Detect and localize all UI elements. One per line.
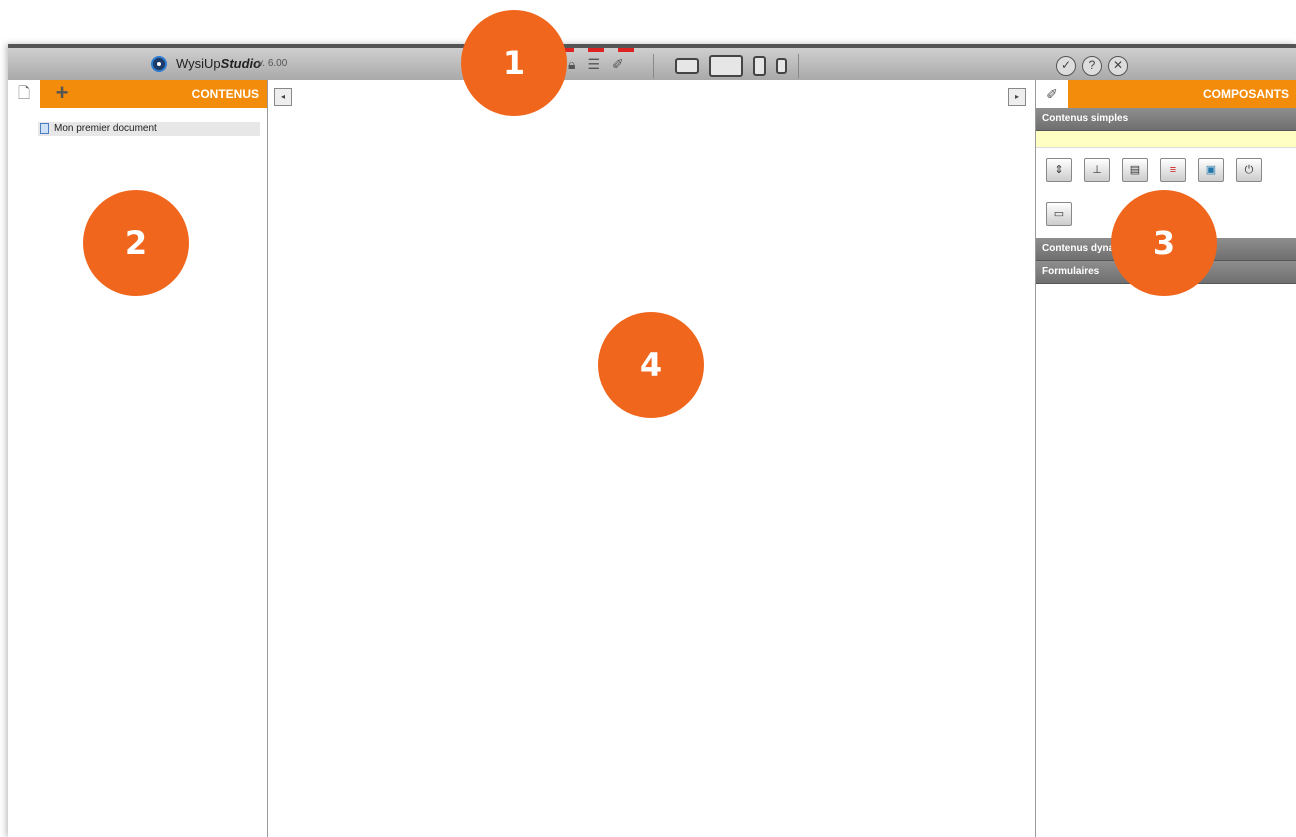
toolbar-red-marks [558,48,634,52]
contents-title: CONTENUS [191,87,259,101]
callout-1: 1 [461,10,567,116]
add-icon[interactable]: + [46,80,78,108]
text-image-component-icon[interactable]: ▤ [1122,158,1148,182]
image-component-icon[interactable]: ▣ [1198,158,1224,182]
logo-eye-icon [151,56,167,72]
toolbar-separator [653,54,654,78]
desktop-icon[interactable] [675,58,699,74]
help-icon[interactable]: ? [1082,56,1102,76]
tag-icon[interactable]: ✐ [612,56,624,73]
callout-3: 3 [1111,190,1217,296]
document-icon [40,123,49,134]
components-title: COMPOSANTS [1202,87,1289,101]
tablet-portrait-icon[interactable] [753,56,766,76]
toolbar-separator [798,54,799,78]
checklist-icon[interactable]: ☰ [587,56,600,73]
title-bar: WysiUpStudio v. 6.00 🔒︎ ☰ ✐ ✓ ? ✕ [8,44,1296,80]
power-component-icon[interactable]: ⏻ [1236,158,1262,182]
document-label: Mon premier document [54,123,157,134]
app-window: WysiUpStudio v. 6.00 🔒︎ ☰ ✐ ✓ ? ✕ 🗋 + CO… [8,44,1296,837]
collapse-right-button[interactable]: ▸ [1008,88,1026,106]
contents-header: 🗋 + CONTENUS [8,80,267,108]
phone-icon[interactable] [776,58,787,74]
device-switcher [675,55,787,77]
document-list-item[interactable]: Mon premier document [38,122,260,136]
page-component-icon[interactable]: ▭ [1046,202,1072,226]
document-tab-icon[interactable]: 🗋 [8,80,40,108]
window-controls: ✓ ? ✕ [1056,56,1128,76]
tablet-landscape-icon[interactable] [709,55,743,77]
editor-canvas[interactable] [268,80,1034,837]
components-header: ✐ COMPOSANTS [1036,80,1296,108]
spacer-component-icon[interactable]: ⇕ [1046,158,1072,182]
toolbar-icons: 🔒︎ ☰ ✐ [568,56,624,73]
section-simple-contents[interactable]: Contenus simples [1036,108,1296,131]
app-name: WysiUpStudio [176,56,262,71]
app-version: v. 6.00 [258,58,288,69]
lock-icon[interactable]: 🔒︎ [568,56,575,73]
callout-4: 4 [598,312,704,418]
close-icon[interactable]: ✕ [1108,56,1128,76]
callout-2: 2 [83,190,189,296]
text-component-icon[interactable]: ≡ [1160,158,1186,182]
section-description [1036,131,1296,148]
check-icon[interactable]: ✓ [1056,56,1076,76]
separator-component-icon[interactable]: ⊥ [1084,158,1110,182]
components-tab-icon[interactable]: ✐ [1036,80,1068,108]
collapse-left-button[interactable]: ◂ [274,88,292,106]
